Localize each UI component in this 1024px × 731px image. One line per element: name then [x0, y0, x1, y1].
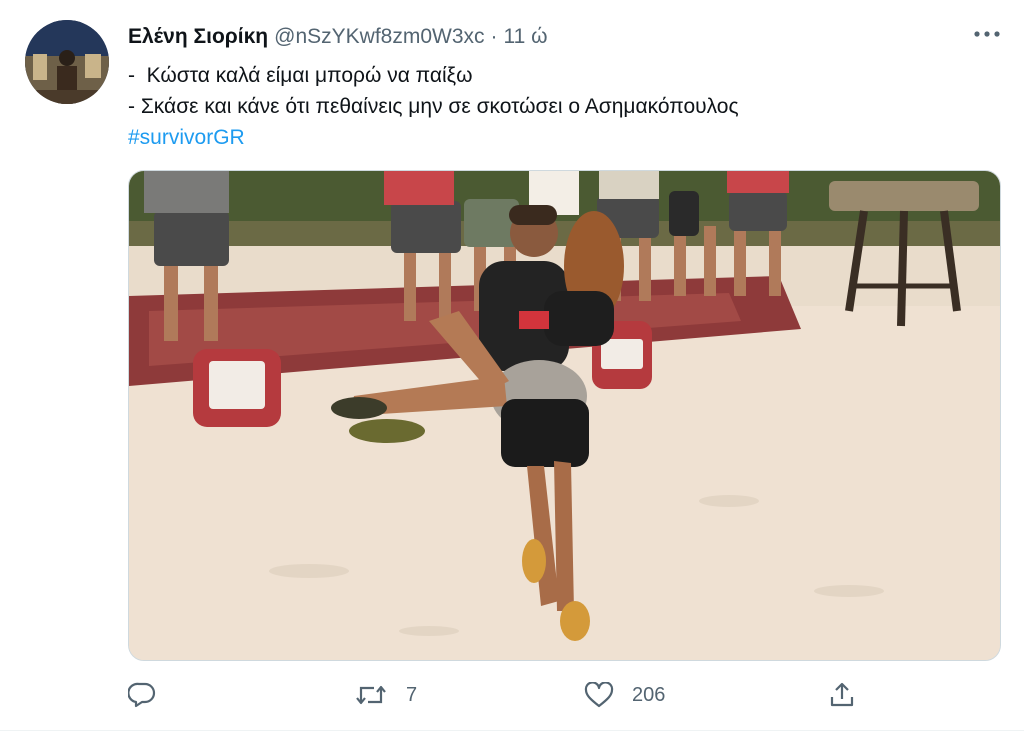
share-button[interactable]	[828, 680, 856, 710]
like-count: 206	[632, 683, 666, 706]
reply-icon	[128, 682, 156, 708]
tweet-timestamp[interactable]: 11 ώ	[504, 25, 548, 49]
tweet-text-line-1: - Κώστα καλά είμαι μπορώ να παίξω	[128, 64, 473, 87]
tweet-media-image[interactable]	[128, 170, 1001, 661]
hashtag-link[interactable]: #survivorGR	[128, 126, 245, 149]
tweet-text: - Κώστα καλά είμαι μπορώ να παίξω - Σκάσ…	[128, 60, 998, 153]
author-name[interactable]: Ελένη Σιορίκη	[128, 25, 268, 49]
retweet-button[interactable]: 7	[354, 680, 417, 710]
share-icon	[830, 682, 854, 707]
heart-icon	[584, 682, 614, 708]
avatar[interactable]	[25, 20, 109, 104]
more-options-button[interactable]	[972, 22, 1002, 46]
avatar-image	[25, 20, 109, 104]
tweet-card: Ελένη Σιορίκη @nSzYKwf8zm0W3xc · 11 ώ - …	[0, 0, 1024, 731]
retweet-count: 7	[406, 683, 418, 706]
author-handle[interactable]: @nSzYKwf8zm0W3xc	[274, 25, 484, 49]
like-button[interactable]: 206	[584, 680, 665, 710]
media-photo	[129, 171, 1000, 660]
retweet-icon	[356, 685, 386, 705]
separator-dot: ·	[490, 25, 498, 48]
tweet-text-line-2: - Σκάσε και κάνε ότι πεθαίνεις μην σε σκ…	[128, 95, 739, 118]
more-icon	[974, 31, 1000, 37]
tweet-actions: 7 206	[0, 672, 1024, 718]
tweet-header: Ελένη Σιορίκη @nSzYKwf8zm0W3xc · 11 ώ	[128, 22, 548, 52]
reply-button[interactable]	[128, 680, 156, 710]
